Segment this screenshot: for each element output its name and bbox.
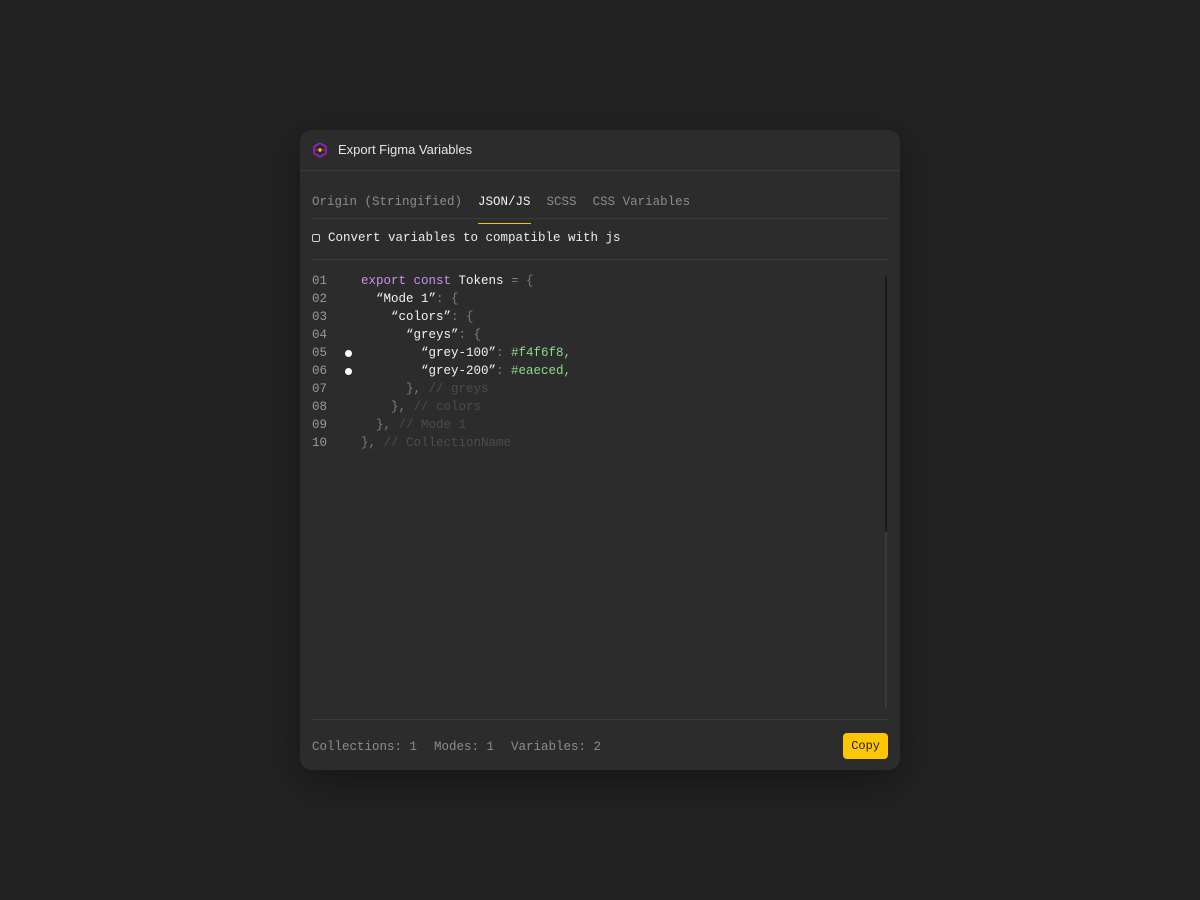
variables-count: Variables: 2 [511, 740, 602, 754]
format-tabs: Origin (Stringified) JSON/JS SCSS CSS Va… [312, 192, 888, 224]
code-preview: 01 export const Tokens = {02 “Mode 1”: {0… [312, 272, 872, 708]
variable-marker-dot [345, 350, 352, 357]
line-number: 10 [312, 436, 328, 450]
line-number: 06 [312, 364, 328, 378]
tab-json-js[interactable]: JSON/JS [478, 192, 531, 224]
footer: Collections: 1 Modes: 1 Variables: 2 Cop… [312, 719, 888, 770]
hexagon-logo-icon [312, 142, 328, 158]
line-number: 08 [312, 400, 328, 414]
code-token: }, [391, 400, 407, 414]
code-token: : [496, 364, 512, 378]
code-token: “grey-200” [421, 364, 497, 378]
variable-marker-dot [345, 368, 352, 375]
code-text: }, // colors [361, 398, 481, 416]
title-bar: Export Figma Variables [300, 130, 900, 171]
line-number: 01 [312, 274, 328, 288]
code-token: : { [451, 310, 474, 324]
code-scrollbar-thumb[interactable] [885, 276, 887, 532]
code-text: }, // CollectionName [361, 434, 511, 452]
collections-count: Collections: 1 [312, 740, 418, 754]
code-text: “grey-100”: #f4f6f8, [361, 344, 571, 362]
tab-scss[interactable]: SCSS [547, 192, 577, 218]
code-token: // colors [406, 400, 482, 414]
code-text: export const Tokens = { [361, 272, 534, 290]
copy-button[interactable]: Copy [843, 733, 888, 759]
convert-checkbox-label[interactable]: Convert variables to compatible with js [328, 230, 621, 246]
code-token: “grey-100” [421, 346, 497, 360]
code-text: }, // Mode 1 [361, 416, 466, 434]
code-token: “Mode 1” [376, 292, 437, 306]
code-token: }, [406, 382, 422, 396]
code-text: “greys”: { [361, 326, 481, 344]
modes-count: Modes: 1 [434, 740, 495, 754]
line-number: 05 [312, 346, 328, 360]
code-text: “colors”: { [361, 308, 474, 326]
code-token: “greys” [406, 328, 459, 342]
line-number: 04 [312, 328, 328, 342]
code-token: // greys [421, 382, 489, 396]
export-stats: Collections: 1 Modes: 1 Variables: 2 [312, 739, 618, 755]
code-token: // CollectionName [376, 436, 512, 450]
code-token: #f4f6f8, [511, 346, 572, 360]
code-token: export const [361, 274, 452, 288]
code-token: // Mode 1 [391, 418, 467, 432]
code-token: }, [361, 436, 377, 450]
code-token: : { [436, 292, 459, 306]
convert-checkbox[interactable] [312, 234, 320, 242]
code-text: “Mode 1”: { [361, 290, 459, 308]
tab-css-variables[interactable]: CSS Variables [593, 192, 691, 218]
line-number: 02 [312, 292, 328, 306]
code-token: : { [458, 328, 482, 342]
code-token: : [496, 346, 512, 360]
line-number: 03 [312, 310, 328, 324]
code-text: “grey-200”: #eaeced, [361, 362, 571, 380]
code-token: Tokens [451, 274, 512, 288]
code-token: “colors” [391, 310, 452, 324]
export-window: Export Figma Variables Origin (Stringifi… [300, 130, 900, 770]
tab-origin-stringified[interactable]: Origin (Stringified) [312, 192, 462, 218]
code-scrollbar-track[interactable] [885, 276, 887, 708]
code-token: #eaeced, [511, 364, 572, 378]
code-token: }, [376, 418, 392, 432]
line-number: 09 [312, 418, 328, 432]
convert-option-row: Convert variables to compatible with js [312, 229, 888, 260]
line-number: 07 [312, 382, 328, 396]
window-title: Export Figma Variables [338, 142, 473, 157]
code-text: }, // greys [361, 380, 489, 398]
code-token: = { [511, 274, 534, 288]
